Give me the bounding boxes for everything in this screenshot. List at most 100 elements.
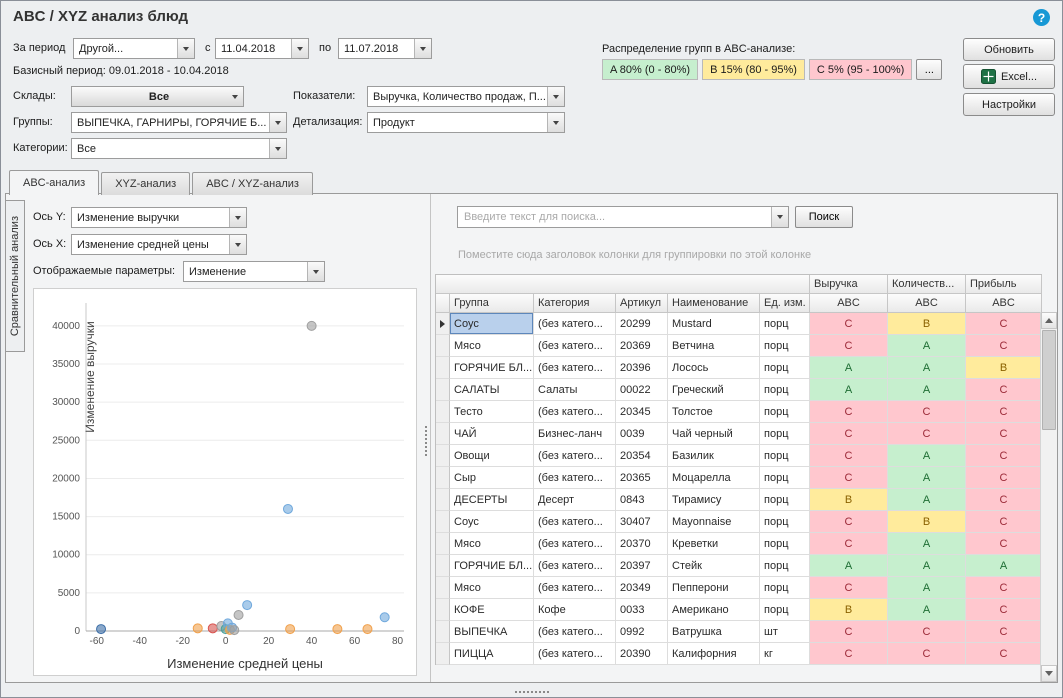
cell-name[interactable]: Лосось (668, 357, 760, 379)
indicators-select[interactable]: Выручка, Количество продаж, П... (367, 86, 565, 107)
horizontal-splitter[interactable] (515, 691, 549, 693)
table-row[interactable]: ВЫПЕЧКА(без катего...0992ВатрушкаштCCC (436, 621, 1042, 643)
cell-name[interactable]: Стейк (668, 555, 760, 577)
cell-abc-1[interactable]: C (888, 423, 966, 445)
row-indicator[interactable] (436, 511, 450, 533)
row-indicator[interactable] (436, 621, 450, 643)
distribution-more-button[interactable]: ... (916, 59, 942, 80)
row-indicator[interactable] (436, 357, 450, 379)
cell-abc-1[interactable]: A (888, 533, 966, 555)
cell-name[interactable]: Ватрушка (668, 621, 760, 643)
cell-category[interactable]: (без катего... (534, 313, 616, 335)
row-indicator[interactable] (436, 533, 450, 555)
cell-abc-2[interactable]: C (966, 599, 1042, 621)
cell-abc-0[interactable]: B (810, 489, 888, 511)
cell-abc-0[interactable]: C (810, 401, 888, 423)
cell-abc-1[interactable]: B (888, 313, 966, 335)
column-group-profit[interactable]: Прибыль (966, 275, 1042, 294)
cell-group[interactable]: Сыр (450, 467, 534, 489)
cell-abc-1[interactable]: C (888, 401, 966, 423)
cell-sku[interactable]: 0843 (616, 489, 668, 511)
groups-select[interactable]: ВЫПЕЧКА, ГАРНИРЫ, ГОРЯЧИЕ Б... (71, 112, 287, 133)
cell-sku[interactable]: 0992 (616, 621, 668, 643)
cell-abc-1[interactable]: A (888, 379, 966, 401)
display-params-select[interactable]: Изменение (183, 261, 325, 282)
help-icon[interactable]: ? (1033, 9, 1050, 26)
cell-name[interactable]: Базилик (668, 445, 760, 467)
cell-name[interactable]: Пепперони (668, 577, 760, 599)
cell-name[interactable]: Тирамису (668, 489, 760, 511)
scroll-up-button[interactable] (1041, 312, 1057, 329)
cell-abc-2[interactable]: A (966, 555, 1042, 577)
cell-category[interactable]: (без катего... (534, 511, 616, 533)
table-row[interactable]: ГОРЯЧИЕ БЛ...(без катего...20397Стейкпор… (436, 555, 1042, 577)
table-row[interactable]: ЧАЙБизнес-ланч0039Чай черныйпорцCCC (436, 423, 1042, 445)
cell-abc-2[interactable]: B (966, 357, 1042, 379)
cell-sku[interactable]: 20370 (616, 533, 668, 555)
table-row[interactable]: Мясо(без катего...20370КреветкипорцCAC (436, 533, 1042, 555)
column-header-sku[interactable]: Артикул (616, 294, 668, 313)
cell-group[interactable]: ГОРЯЧИЕ БЛ... (450, 357, 534, 379)
table-row[interactable]: КОФЕКофе0033АмериканопорцBAC (436, 599, 1042, 621)
cell-sku[interactable]: 00022 (616, 379, 668, 401)
categories-select[interactable]: Все (71, 138, 287, 159)
cell-group[interactable]: КОФЕ (450, 599, 534, 621)
cell-name[interactable]: Чай черный (668, 423, 760, 445)
table-row[interactable]: Сыр(без катего...20365МоцареллапорцCAC (436, 467, 1042, 489)
cell-sku[interactable]: 20369 (616, 335, 668, 357)
search-input[interactable] (458, 207, 788, 227)
analysis-tab-1[interactable]: XYZ-анализ (101, 172, 190, 195)
scrollbar-thumb[interactable] (1042, 330, 1056, 430)
detail-select[interactable]: Продукт (367, 112, 565, 133)
column-header-name[interactable]: Наименование (668, 294, 760, 313)
table-row[interactable]: ПИЦЦА(без катего...20390КалифорниякгCCC (436, 643, 1042, 665)
column-header-group[interactable]: Группа (450, 294, 534, 313)
cell-group[interactable]: ДЕСЕРТЫ (450, 489, 534, 511)
cell-sku[interactable]: 0039 (616, 423, 668, 445)
refresh-button[interactable]: Обновить (963, 38, 1055, 61)
settings-button[interactable]: Настройки (963, 93, 1055, 116)
column-header-abc-revenue[interactable]: ABC (810, 294, 888, 313)
period-select[interactable]: Другой... (73, 38, 195, 59)
cell-group[interactable]: Соус (450, 511, 534, 533)
cell-category[interactable]: (без катего... (534, 335, 616, 357)
cell-sku[interactable]: 0033 (616, 599, 668, 621)
cell-unit[interactable]: порц (760, 423, 810, 445)
cell-group[interactable]: Мясо (450, 335, 534, 357)
table-row[interactable]: САЛАТЫСалаты00022ГреческийпорцAAC (436, 379, 1042, 401)
cell-abc-1[interactable]: A (888, 445, 966, 467)
cell-abc-1[interactable]: A (888, 599, 966, 621)
cell-sku[interactable]: 20365 (616, 467, 668, 489)
cell-group[interactable]: ВЫПЕЧКА (450, 621, 534, 643)
cell-abc-0[interactable]: A (810, 379, 888, 401)
cell-unit[interactable]: порц (760, 533, 810, 555)
cell-unit[interactable]: порц (760, 445, 810, 467)
row-indicator[interactable] (436, 643, 450, 665)
cell-abc-2[interactable]: C (966, 467, 1042, 489)
date-to-select[interactable]: 11.07.2018 (338, 38, 432, 59)
cell-abc-1[interactable]: A (888, 555, 966, 577)
row-indicator[interactable] (436, 467, 450, 489)
table-row[interactable]: Соус(без катего...20299MustardпорцCBC (436, 313, 1042, 335)
column-header-abc-quantity[interactable]: ABC (888, 294, 966, 313)
cell-abc-2[interactable]: C (966, 445, 1042, 467)
cell-abc-1[interactable]: A (888, 489, 966, 511)
axis-y-select[interactable]: Изменение выручки (71, 207, 247, 228)
cell-unit[interactable]: шт (760, 621, 810, 643)
warehouses-select[interactable]: Все (71, 86, 244, 107)
column-header-category[interactable]: Категория (534, 294, 616, 313)
cell-sku[interactable]: 20397 (616, 555, 668, 577)
cell-group[interactable]: Овощи (450, 445, 534, 467)
row-indicator[interactable] (436, 555, 450, 577)
cell-abc-0[interactable]: C (810, 643, 888, 665)
axis-x-select[interactable]: Изменение средней цены (71, 234, 247, 255)
cell-abc-0[interactable]: C (810, 313, 888, 335)
cell-abc-0[interactable]: C (810, 511, 888, 533)
cell-abc-1[interactable]: C (888, 643, 966, 665)
cell-abc-1[interactable]: B (888, 511, 966, 533)
cell-category[interactable]: Салаты (534, 379, 616, 401)
cell-category[interactable]: (без катего... (534, 621, 616, 643)
cell-name[interactable]: Mayonnaise (668, 511, 760, 533)
cell-name[interactable]: Креветки (668, 533, 760, 555)
cell-abc-0[interactable]: C (810, 577, 888, 599)
